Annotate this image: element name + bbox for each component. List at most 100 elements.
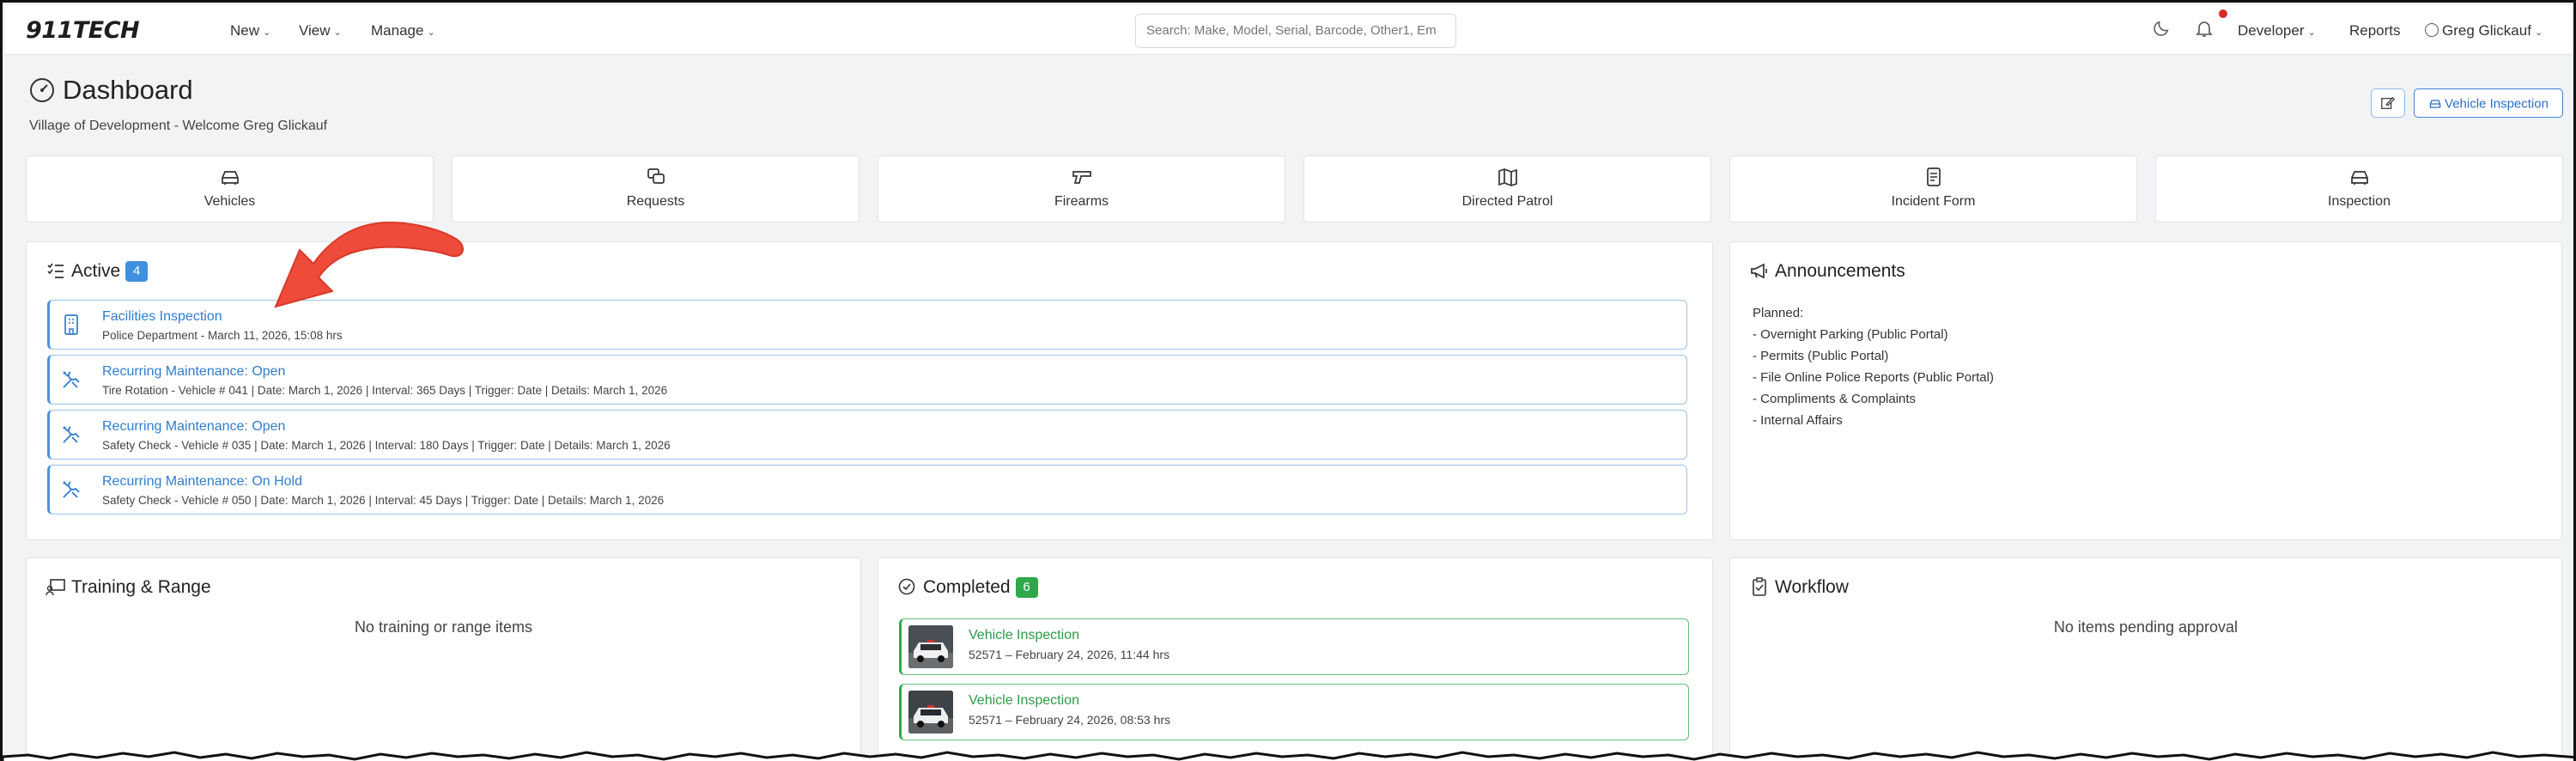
checklist-icon	[47, 263, 64, 278]
app-window: 911TECH New ⌄ View ⌄ Manage ⌄ Search: Make,…	[0, 0, 2576, 761]
dashboard-gauge-icon	[30, 78, 54, 102]
gun-icon	[1072, 171, 1091, 184]
edit-dashboard-button[interactable]	[2371, 88, 2405, 118]
clipboard-check-icon	[1753, 577, 1766, 596]
active-title-text: Active	[71, 261, 121, 281]
dark-mode-moon-icon[interactable]	[2152, 19, 2171, 38]
vehicle-inspection-button[interactable]: Vehicle Inspection	[2414, 88, 2563, 118]
completed-item-subtitle: 52571 – February 24, 2026, 11:44 hrs	[969, 648, 1170, 661]
announcements-body: Planned: - Overnight Parking (Public Por…	[1753, 302, 1994, 431]
active-item-title[interactable]: Recurring Maintenance: On Hold	[102, 474, 302, 490]
announcement-line: - Permits (Public Portal)	[1753, 349, 1889, 363]
announcements-title-text: Announcements	[1775, 261, 1905, 281]
building-icon	[64, 314, 78, 335]
training-title-text: Training & Range	[71, 577, 211, 597]
completed-title-text: Completed	[923, 577, 1011, 597]
menu-developer-label: Developer	[2238, 22, 2305, 39]
completed-item[interactable]: Vehicle Inspection 52571 – February 24, …	[899, 618, 1689, 675]
chevron-down-icon: ⌄	[263, 27, 271, 38]
announcement-line: - File Online Police Reports (Public Por…	[1753, 370, 1994, 385]
chevron-down-icon: ⌄	[2534, 27, 2543, 38]
tile-firearms[interactable]: Firearms	[878, 155, 1285, 222]
global-search-input[interactable]: Search: Make, Model, Serial, Barcode, Ot…	[1135, 14, 1456, 48]
announcements-card-title: Announcements	[1749, 261, 1905, 282]
requests-icon	[647, 168, 665, 184]
completed-item-title[interactable]: Vehicle Inspection	[969, 628, 1079, 643]
workflow-title-text: Workflow	[1775, 577, 1849, 597]
chevron-down-icon: ⌄	[2307, 27, 2316, 38]
notifications-bell-icon[interactable]	[2194, 18, 2215, 39]
vehicle-inspection-label: Vehicle Inspection	[2445, 96, 2549, 112]
vehicle-photo-thumbnail	[908, 625, 953, 668]
active-item-title[interactable]: Facilities Inspection	[102, 309, 222, 325]
active-item-subtitle: Tire Rotation - Vehicle # 041 | Date: Ma…	[102, 384, 668, 397]
announcement-line: Planned:	[1753, 306, 1804, 320]
tile-label: Firearms	[1054, 194, 1109, 209]
car-icon	[2350, 171, 2368, 185]
active-card: Active 4 Facilities Inspection Police Dep…	[26, 241, 1713, 540]
torn-edge-decoration	[3, 751, 2573, 761]
tile-label: Directed Patrol	[1461, 194, 1553, 209]
workflow-card-title: Workflow	[1749, 577, 1849, 598]
active-item-title[interactable]: Recurring Maintenance: Open	[102, 419, 285, 435]
menu-manage[interactable]: Manage ⌄	[371, 22, 435, 40]
tools-icon	[63, 371, 80, 388]
active-item-subtitle: Safety Check - Vehicle # 035 | Date: Mar…	[102, 439, 671, 452]
training-icon	[46, 579, 65, 596]
active-item[interactable]: Recurring Maintenance: On Hold Safety Ch…	[47, 465, 1687, 514]
police-car-image	[908, 625, 953, 668]
tile-label: Inspection	[2328, 194, 2391, 209]
tools-icon	[63, 481, 80, 498]
completed-count-badge: 6	[1015, 577, 1038, 598]
tile-label: Vehicles	[204, 194, 256, 209]
menu-view-label: View	[299, 22, 331, 39]
tile-label: Requests	[626, 194, 685, 209]
active-item[interactable]: Recurring Maintenance: Open Safety Check…	[47, 410, 1687, 460]
training-empty-message: No training or range items	[354, 618, 533, 636]
tile-directed-patrol[interactable]: Directed Patrol	[1303, 155, 1711, 222]
check-circle-icon	[898, 578, 915, 595]
menu-manage-label: Manage	[371, 22, 424, 39]
form-icon	[1926, 167, 1941, 186]
completed-card-title: Completed 6	[897, 577, 1038, 598]
training-card-title: Training & Range	[46, 577, 211, 598]
map-icon	[1498, 168, 1517, 186]
active-count-badge: 4	[125, 261, 149, 282]
chevron-down-icon: ⌄	[427, 27, 435, 38]
user-avatar-icon	[2425, 23, 2439, 37]
tile-vehicles[interactable]: Vehicles	[26, 155, 434, 222]
top-navbar: 911TECH New ⌄ View ⌄ Manage ⌄ Search: Make,…	[5, 5, 2573, 55]
menu-view[interactable]: View ⌄	[299, 22, 342, 40]
page-subtitle: Village of Development - Welcome Greg Gl…	[29, 119, 328, 133]
active-item-subtitle: Safety Check - Vehicle # 050 | Date: Mar…	[102, 494, 665, 507]
announcement-line: - Overnight Parking (Public Portal)	[1753, 327, 1948, 342]
tile-label: Incident Form	[1891, 194, 1976, 209]
menu-new-label: New	[230, 22, 260, 39]
workflow-empty-message: No items pending approval	[2053, 618, 2239, 636]
menu-new[interactable]: New ⌄	[230, 22, 270, 40]
notification-dot	[2219, 9, 2227, 18]
megaphone-icon	[1751, 263, 1767, 279]
chevron-down-icon: ⌄	[333, 27, 342, 38]
active-item[interactable]: Recurring Maintenance: Open Tire Rotatio…	[47, 355, 1687, 405]
page-title: Dashboard	[63, 75, 193, 105]
pencil-square-icon	[2381, 96, 2396, 109]
active-card-title: Active 4	[46, 261, 149, 282]
announcement-line: - Internal Affairs	[1753, 413, 1843, 428]
search-placeholder: Search: Make, Model, Serial, Barcode, Ot…	[1146, 23, 1437, 38]
menu-reports[interactable]: Reports	[2349, 22, 2401, 40]
menu-developer[interactable]: Developer ⌄	[2238, 22, 2316, 40]
active-item[interactable]: Facilities Inspection Police Department …	[47, 300, 1687, 350]
active-item-subtitle: Police Department - March 11, 2026, 15:0…	[102, 329, 343, 342]
tile-inspection[interactable]: Inspection	[2155, 155, 2563, 222]
tools-icon	[63, 426, 80, 443]
app-logo[interactable]: 911TECH	[26, 17, 140, 44]
user-name: Greg Glickauf	[2442, 22, 2531, 39]
tile-incident-form[interactable]: Incident Form	[1729, 155, 2137, 222]
car-icon	[221, 171, 239, 185]
user-menu[interactable]: Greg Glickauf ⌄	[2425, 22, 2543, 40]
announcement-line: - Compliments & Complaints	[1753, 392, 1917, 406]
announcements-card: Announcements Planned: - Overnight Parki…	[1729, 241, 2562, 540]
active-item-title[interactable]: Recurring Maintenance: Open	[102, 364, 285, 380]
tile-requests[interactable]: Requests	[452, 155, 860, 222]
